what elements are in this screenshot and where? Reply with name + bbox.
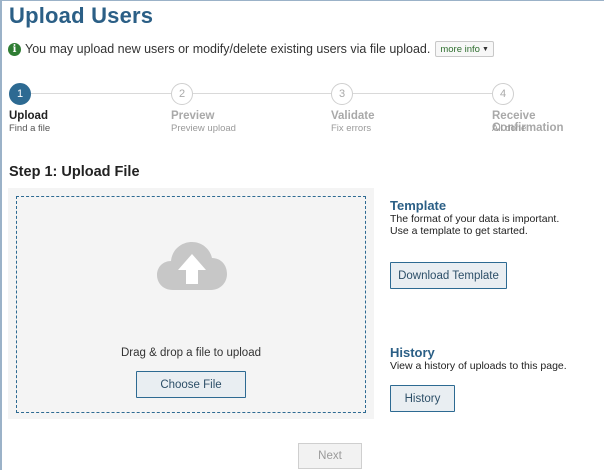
step-4-subtitle: All done	[492, 123, 527, 134]
info-icon: i	[8, 42, 21, 56]
page-title: Upload Users	[9, 3, 154, 28]
template-description: The format of your data is important. Us…	[390, 213, 560, 237]
step-3-circle: 3	[331, 83, 353, 105]
cloud-upload-icon	[157, 242, 227, 290]
history-heading: History	[390, 345, 435, 360]
step-connector	[31, 93, 171, 94]
step-1-subtitle: Find a file	[9, 123, 51, 134]
history-button[interactable]: History	[390, 385, 455, 412]
step-connector	[353, 93, 492, 94]
step-4-circle: 4	[492, 83, 514, 105]
step-1-name: Upload	[9, 110, 48, 122]
choose-file-button[interactable]: Choose File	[136, 371, 246, 398]
step-heading: Step 1: Upload File	[9, 164, 140, 180]
next-button[interactable]: Next	[298, 443, 362, 469]
step-2-subtitle: Preview upload	[171, 123, 236, 134]
caret-down-icon: ▼	[481, 45, 489, 53]
step-2-name: Preview	[171, 110, 215, 122]
template-heading: Template	[390, 198, 447, 213]
drop-instructions: Drag & drop a file to upload	[120, 347, 261, 359]
more-info-label: more info	[440, 43, 480, 55]
info-line: i You may upload new users or modify/del…	[8, 40, 494, 58]
step-3-subtitle: Fix errors	[331, 123, 372, 134]
download-template-button[interactable]: Download Template	[390, 262, 507, 289]
step-connector	[193, 93, 331, 94]
step-2-circle: 2	[171, 83, 193, 105]
history-description: View a history of uploads to this page.	[390, 360, 567, 372]
step-1-circle: 1	[9, 83, 31, 105]
more-info-button[interactable]: more info ▼	[435, 41, 494, 57]
step-3-name: Validate	[331, 110, 375, 122]
info-text: You may upload new users or modify/delet…	[25, 42, 431, 56]
